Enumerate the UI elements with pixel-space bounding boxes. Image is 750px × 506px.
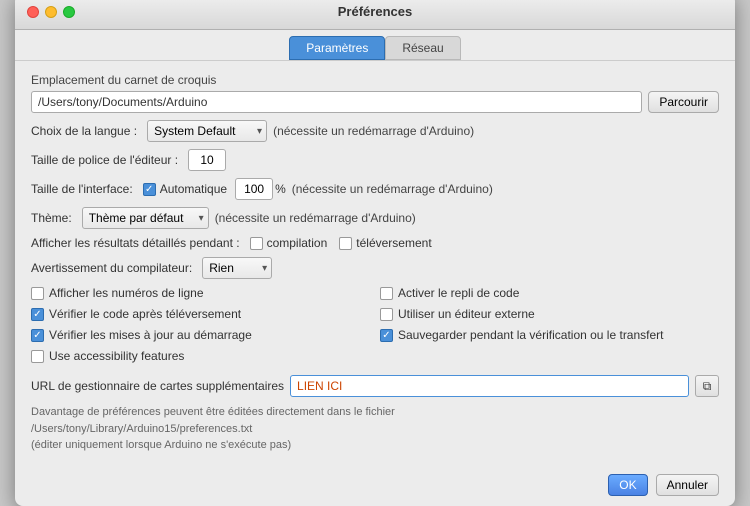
accessibility-label: Use accessibility features	[49, 349, 184, 363]
update-check-checkbox[interactable]: ✓	[31, 329, 44, 342]
checkbox-row-code-folding: Activer le repli de code	[380, 286, 719, 300]
checkbox-row-accessibility: Use accessibility features	[31, 349, 370, 363]
theme-select[interactable]: Thème par défaut	[82, 207, 209, 229]
maximize-button[interactable]	[63, 6, 75, 18]
theme-note: (nécessite un redémarrage d'Arduino)	[215, 211, 416, 225]
url-manager-button[interactable]: ⧉	[695, 375, 719, 397]
url-manager-icon: ⧉	[703, 379, 712, 394]
line-numbers-label: Afficher les numéros de ligne	[49, 286, 204, 300]
url-manager-label: URL de gestionnaire de cartes supplément…	[31, 379, 284, 393]
close-button[interactable]	[27, 6, 39, 18]
verify-code-checkbox[interactable]: ✓	[31, 308, 44, 321]
font-size-input[interactable]	[188, 149, 226, 171]
checkbox-row-external-editor: Utiliser un éditeur externe	[380, 307, 719, 321]
accessibility-checkbox[interactable]	[31, 350, 44, 363]
interface-size-note: (nécessite un redémarrage d'Arduino)	[292, 182, 493, 196]
compiler-warning-label: Avertissement du compilateur:	[31, 261, 192, 275]
footer-line2: /Users/tony/Library/Arduino15/preference…	[31, 421, 719, 438]
sketchbook-label: Emplacement du carnet de croquis	[31, 73, 719, 87]
titlebar: Préférences	[15, 0, 735, 30]
compiler-warning-select-wrap: Rien ▾	[202, 257, 272, 279]
tab-bar: Paramètres Réseau	[15, 30, 735, 61]
footer-line3: (éditer uniquement lorsque Arduino ne s'…	[31, 437, 719, 454]
url-row: URL de gestionnaire de cartes supplément…	[31, 375, 719, 397]
update-check-label: Vérifier les mises à jour au démarrage	[49, 328, 252, 342]
compilation-checkbox[interactable]	[250, 237, 263, 250]
theme-label: Thème:	[31, 211, 72, 225]
checkbox-row-verify-code: ✓ Vérifier le code après téléversement	[31, 307, 370, 321]
code-folding-checkbox[interactable]	[380, 287, 393, 300]
cancel-button[interactable]: Annuler	[656, 474, 719, 496]
checkbox-row-line-numbers: Afficher les numéros de ligne	[31, 286, 370, 300]
external-editor-label: Utiliser un éditeur externe	[398, 307, 535, 321]
preferences-window: Préférences Paramètres Réseau Emplacemen…	[15, 0, 735, 506]
language-select[interactable]: System Default	[147, 120, 267, 142]
interface-size-row: Taille de l'interface: ✓ Automatique % (…	[31, 178, 719, 200]
ok-button[interactable]: OK	[608, 474, 647, 496]
language-select-wrap: System Default ▾	[147, 120, 267, 142]
interface-size-unit: %	[275, 182, 286, 196]
checkbox-row-save-verify: ✓ Sauvegarder pendant la vérification ou…	[380, 328, 719, 342]
compiler-warning-row: Avertissement du compilateur: Rien ▾	[31, 257, 719, 279]
show-results-label: Afficher les résultats détaillés pendant…	[31, 236, 240, 250]
content-area: Emplacement du carnet de croquis Parcour…	[15, 61, 735, 474]
interface-size-input[interactable]	[235, 178, 273, 200]
footer-note: Davantage de préférences peuvent être éd…	[31, 404, 719, 454]
interface-size-label: Taille de l'interface:	[31, 182, 133, 196]
bottom-bar: OK Annuler	[15, 474, 735, 506]
upload-label: téléversement	[356, 236, 431, 250]
language-label: Choix de la langue :	[31, 124, 137, 138]
tab-reseau[interactable]: Réseau	[385, 36, 460, 60]
save-verify-label: Sauvegarder pendant la vérification ou l…	[398, 328, 664, 342]
compilation-label: compilation	[267, 236, 328, 250]
language-note: (nécessite un redémarrage d'Arduino)	[273, 124, 474, 138]
language-row: Choix de la langue : System Default ▾ (n…	[31, 120, 719, 142]
url-manager-input[interactable]	[290, 375, 689, 397]
checkbox-row-update-check: ✓ Vérifier les mises à jour au démarrage	[31, 328, 370, 342]
tab-parametres[interactable]: Paramètres	[289, 36, 385, 60]
show-results-row: Afficher les résultats détaillés pendant…	[31, 236, 719, 250]
browse-button[interactable]: Parcourir	[648, 91, 719, 113]
verify-code-label: Vérifier le code après téléversement	[49, 307, 241, 321]
font-size-label: Taille de police de l'éditeur :	[31, 153, 178, 167]
auto-size-label: Automatique	[160, 182, 227, 196]
footer-line1: Davantage de préférences peuvent être éd…	[31, 404, 719, 421]
auto-size-checkbox[interactable]: ✓	[143, 183, 156, 196]
compiler-warning-select[interactable]: Rien	[202, 257, 272, 279]
font-size-row: Taille de police de l'éditeur :	[31, 149, 719, 171]
traffic-lights	[27, 6, 75, 18]
checkboxes-grid: Afficher les numéros de ligne Activer le…	[31, 286, 719, 367]
sketchbook-row: Parcourir	[31, 91, 719, 113]
sketchbook-path-input[interactable]	[31, 91, 642, 113]
code-folding-label: Activer le repli de code	[398, 286, 519, 300]
external-editor-checkbox[interactable]	[380, 308, 393, 321]
theme-select-wrap: Thème par défaut ▾	[82, 207, 209, 229]
theme-row: Thème: Thème par défaut ▾ (nécessite un …	[31, 207, 719, 229]
minimize-button[interactable]	[45, 6, 57, 18]
window-title: Préférences	[338, 4, 412, 19]
save-verify-checkbox[interactable]: ✓	[380, 329, 393, 342]
line-numbers-checkbox[interactable]	[31, 287, 44, 300]
upload-checkbox[interactable]	[339, 237, 352, 250]
